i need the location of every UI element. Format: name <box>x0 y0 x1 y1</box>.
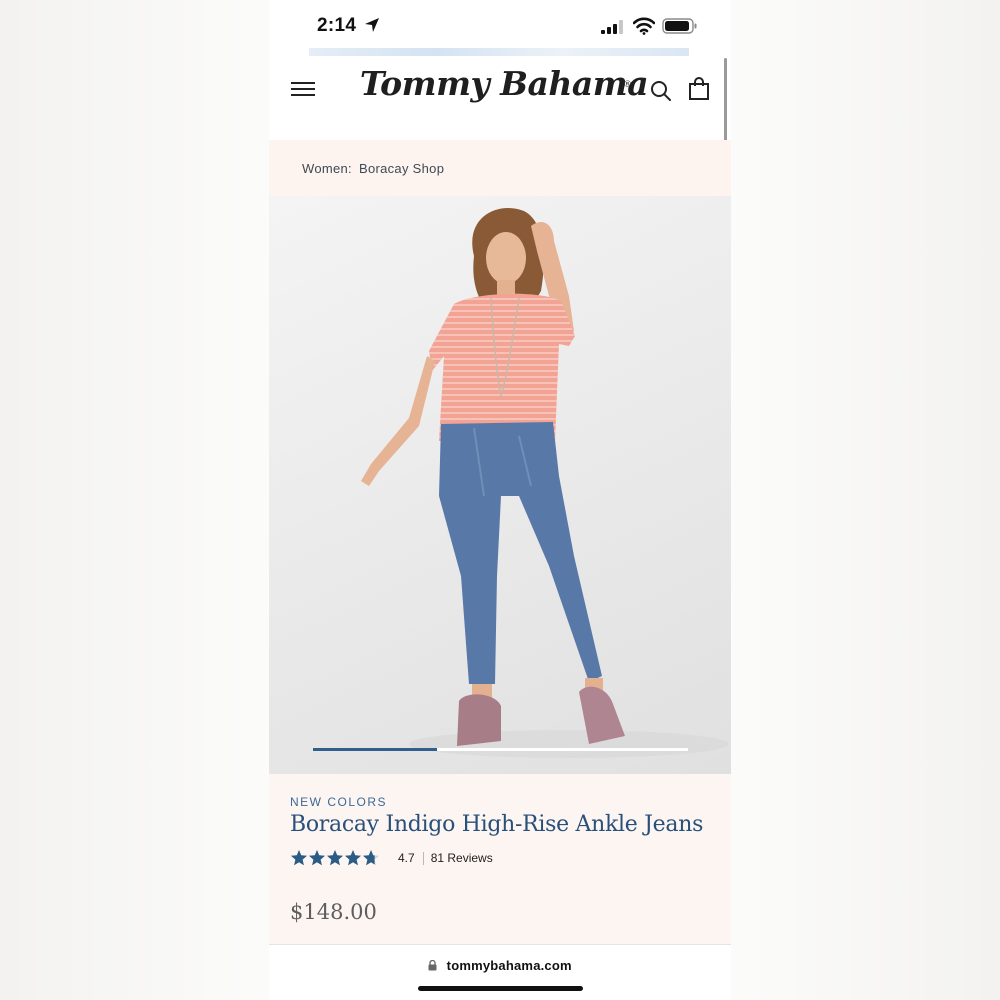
product-photo-model <box>361 208 729 758</box>
brand-logo[interactable]: Tommy Bahama <box>359 64 649 103</box>
star-icon <box>327 850 343 866</box>
search-icon[interactable] <box>650 80 672 102</box>
breadcrumb-item-women[interactable]: Women: <box>302 161 352 176</box>
product-price: $148.00 <box>290 900 377 924</box>
lock-icon <box>428 960 437 971</box>
cellular-signal-icon <box>601 20 623 34</box>
battery-icon <box>662 18 697 34</box>
carousel-progress-track[interactable] <box>313 748 688 751</box>
breadcrumb: Women: Boracay Shop <box>269 140 731 196</box>
shopping-bag-icon[interactable] <box>688 77 710 101</box>
url-text[interactable]: tommybahama.com <box>447 958 572 973</box>
top-banner-strip <box>309 48 689 56</box>
menu-icon[interactable] <box>291 80 315 98</box>
product-image-carousel[interactable] <box>269 196 731 774</box>
status-bar: 2:14 <box>269 0 731 52</box>
wifi-icon <box>633 17 655 35</box>
phone-screen: 2:14 Tommy Bahama ® Women: Boracay Shop … <box>269 0 731 1000</box>
breadcrumb-item-boracay-shop[interactable]: Boracay Shop <box>359 161 444 176</box>
star-rating <box>290 849 380 867</box>
star-icon <box>309 850 325 866</box>
rating-row[interactable]: 4.7 81 Reviews <box>290 848 493 868</box>
status-time: 2:14 <box>317 15 357 36</box>
carousel-progress-fill <box>313 748 437 751</box>
rating-separator <box>422 851 424 865</box>
site-header: Tommy Bahama ® <box>269 58 731 140</box>
new-colors-badge: NEW COLORS <box>290 795 388 809</box>
star-icon <box>291 850 307 866</box>
registered-mark: ® <box>623 80 632 90</box>
location-arrow-icon <box>365 18 379 32</box>
browser-url-bar[interactable]: tommybahama.com <box>269 944 731 1000</box>
product-title: Boracay Indigo High-Rise Ankle Jeans <box>290 812 704 837</box>
rating-value: 4.7 <box>398 851 415 865</box>
star-icon <box>345 850 361 866</box>
product-info-panel: NEW COLORS Boracay Indigo High-Rise Ankl… <box>269 774 731 944</box>
star-icon <box>363 850 379 866</box>
reviews-link[interactable]: 81 Reviews <box>431 851 493 865</box>
home-indicator[interactable] <box>418 986 583 991</box>
